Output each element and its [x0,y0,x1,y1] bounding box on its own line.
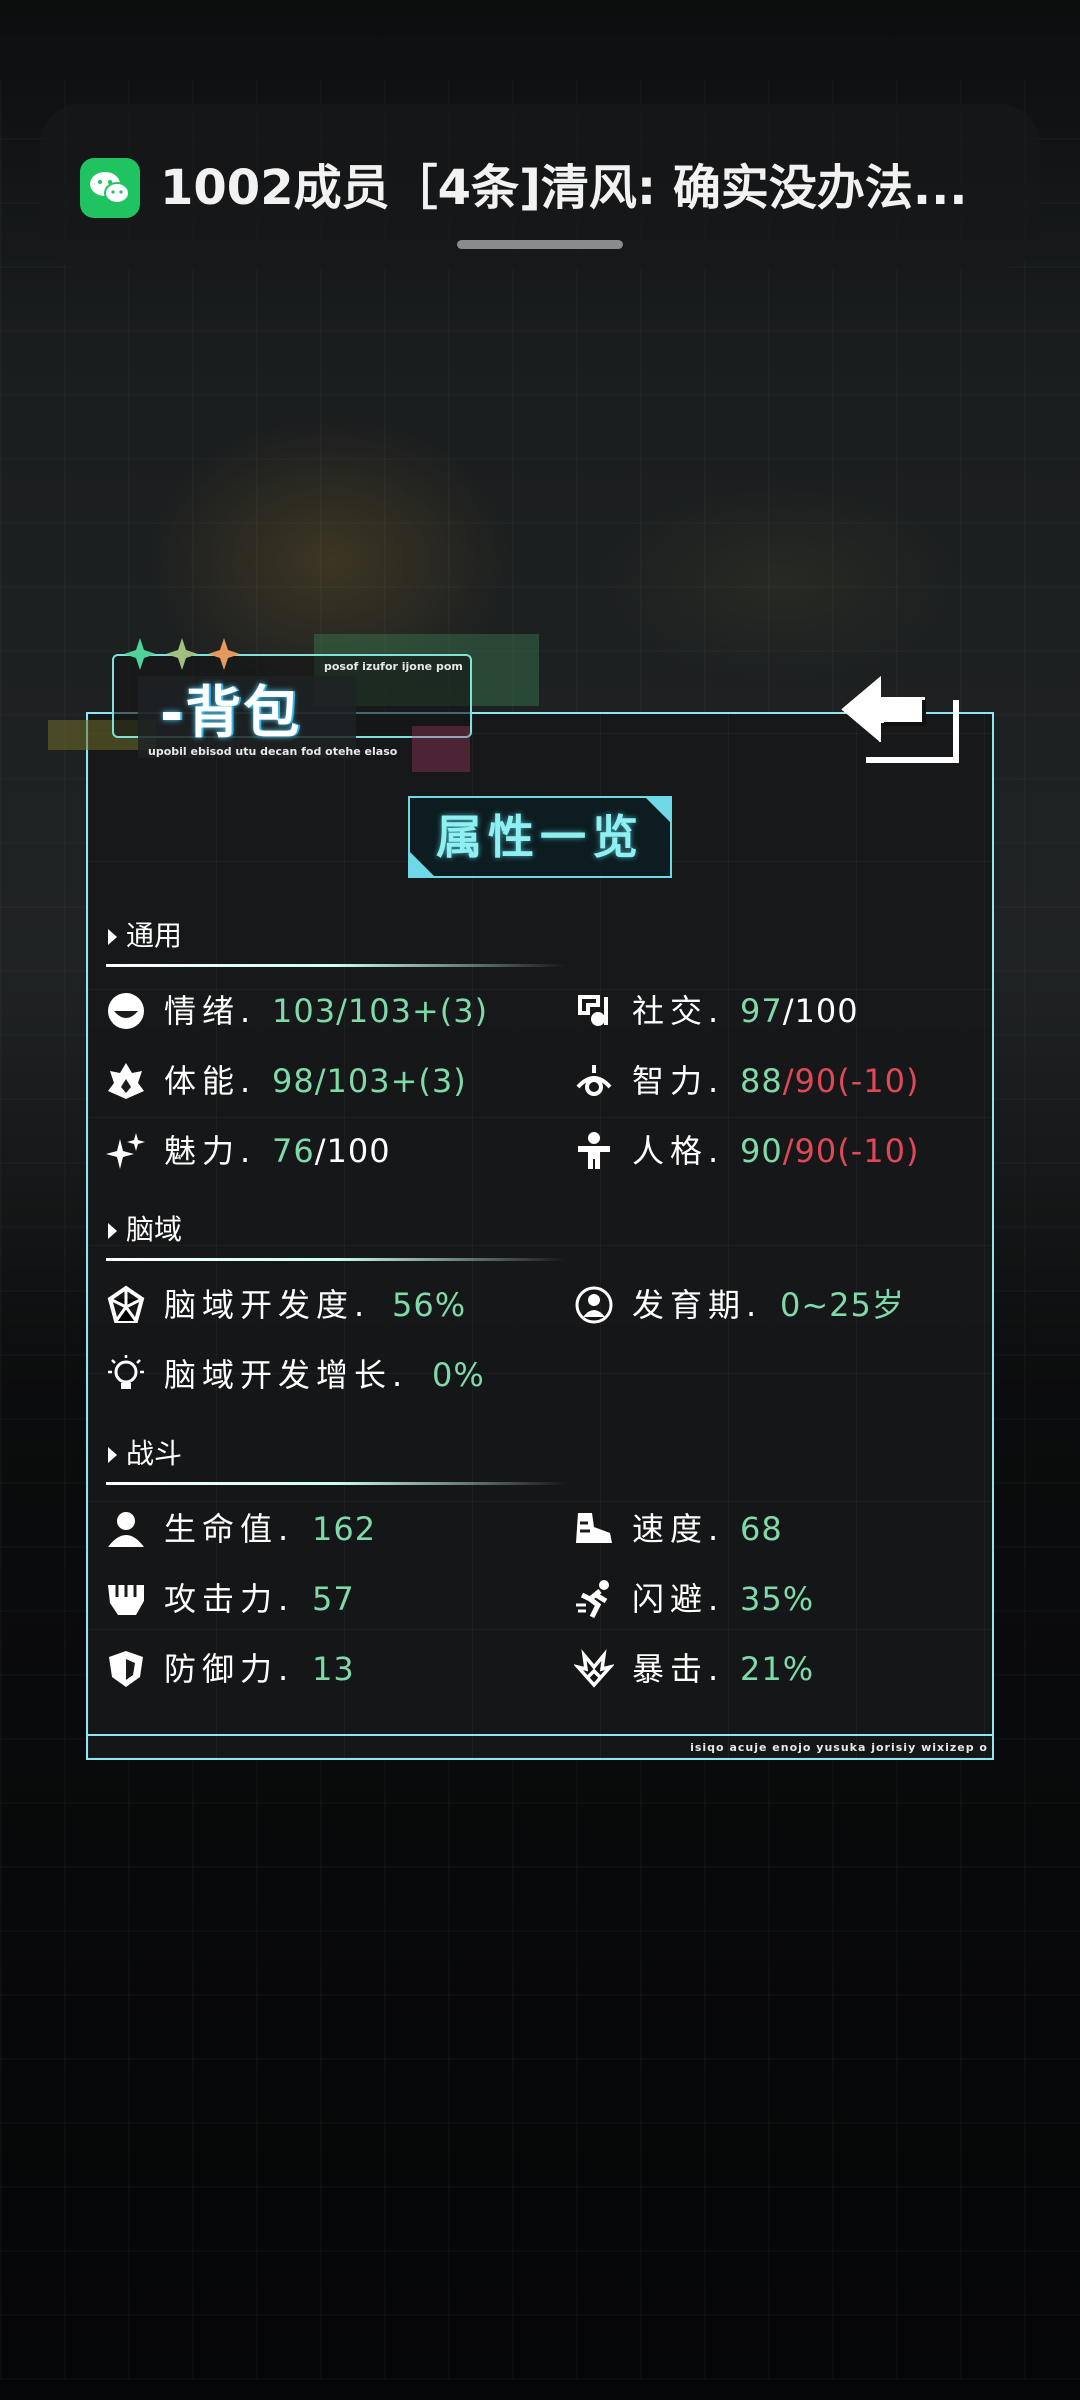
stat-max-value: /90(-10) [782,1062,920,1100]
eye-brain-icon [576,1065,612,1096]
stat-name: 情绪. [164,992,257,1030]
panel-footer-text: isiqo acuje enojo yusuka jorisiy wixizep… [690,1741,988,1754]
section-divider [106,1258,566,1261]
stat-name: 发育期. [632,1286,763,1324]
section-header-general: 通用 [106,916,566,967]
stat-name: 生命值. [164,1510,295,1548]
stat-value: 76/100 [272,1126,391,1176]
stat-value: 162 [312,1510,377,1548]
stat-max-value: /100 [782,992,859,1030]
notification-text[interactable]: 1002成员［4条]清风: 确实没办法... [160,156,990,220]
triangle-icon [108,1447,117,1463]
stat-value: 0~25岁 [780,1286,905,1324]
stat-value: 103/103+(3) [272,992,489,1030]
triangle-icon [108,1223,117,1239]
stat-value: 97/100 [740,986,859,1036]
stat-name: 人格. [632,1132,725,1170]
star-rating-icon [124,638,240,670]
stat-value: 21% [740,1650,815,1688]
stat-current-value: 97 [740,992,783,1030]
stat-max-value: /90(-10) [782,1132,920,1170]
notification-handle[interactable] [457,240,623,249]
fist-icon [108,1585,144,1615]
stat-value: 90/90(-10) [740,1126,919,1176]
section-label: 战斗 [126,1437,183,1470]
stat-name: 魅力. [164,1132,257,1170]
stat-name: 攻击力. [164,1580,295,1618]
section-title-banner: 属性一览 [408,796,672,878]
stat-name: 智力. [632,1062,725,1100]
stat-name: 防御力. [164,1650,295,1688]
stat-value: 35% [740,1580,815,1618]
stat-value: 57 [312,1580,355,1618]
section-header-combat: 战斗 [106,1434,566,1485]
sparkle-icon [106,1133,145,1169]
back-arrow-icon[interactable] [836,672,966,768]
social-icon [578,995,608,1026]
stat-value: 98/103+(3) [272,1062,467,1100]
section-divider [106,964,566,967]
header-subtext-top: posof izufor ijone pom [324,660,463,673]
triangle-icon [108,929,117,945]
stat-name: 脑域开发增长. [164,1356,409,1394]
burst-icon [574,1649,614,1688]
stat-name: 脑域开发度. [164,1286,371,1324]
panel-footer-line [86,1734,994,1736]
stat-max-value: /100 [314,1132,391,1170]
stat-name: 暴击. [632,1650,725,1688]
section-label: 脑域 [126,1213,183,1246]
stat-name: 社交. [632,992,725,1030]
smile-face-icon [108,993,144,1029]
stat-value: 0% [432,1356,485,1394]
stat-value: 56% [392,1286,467,1324]
stat-current-value: 88 [740,1062,783,1100]
header-subtext-bottom: upobil ebisod utu decan fod otehe elaso [148,745,398,758]
person-icon [578,1132,610,1169]
shield-icon [109,1651,143,1687]
wechat-icon[interactable] [80,158,140,218]
stat-name: 闪避. [632,1580,725,1618]
head-profile-icon [575,1286,613,1324]
page-title: -背包 [160,681,302,746]
user-icon [108,1512,144,1547]
speed-shoe-icon [576,1513,612,1543]
section-header-brain: 脑域 [106,1210,566,1261]
stat-current-value: 90 [740,1132,783,1170]
stat-name: 体能. [164,1062,257,1100]
running-man-icon [576,1580,609,1619]
stat-current-value: 76 [272,1132,315,1170]
fire-strength-icon [108,1063,144,1099]
stat-value: 13 [312,1650,355,1688]
stat-name: 速度. [632,1510,725,1548]
stat-value: 68 [740,1510,783,1548]
glitch-block [412,726,470,772]
section-divider [106,1482,566,1485]
lightbulb-icon [108,1355,144,1389]
stat-value: 88/90(-10) [740,1056,919,1106]
section-label: 通用 [126,919,183,952]
panel-title: 属性一览 [436,810,644,864]
brain-network-icon [107,1285,145,1323]
